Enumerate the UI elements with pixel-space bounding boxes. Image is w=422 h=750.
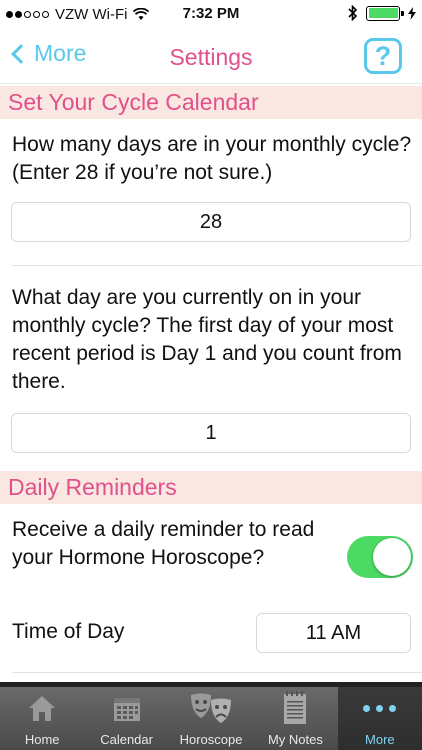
tab-more[interactable]: More (337, 687, 422, 750)
tab-home-label: Home (24, 732, 60, 747)
notepad-icon (284, 691, 307, 724)
section-header-cycle-calendar: Set Your Cycle Calendar (0, 86, 422, 119)
section-header-daily-reminders: Daily Reminders (0, 471, 422, 504)
tab-calendar[interactable]: Calendar (84, 687, 168, 750)
status-right (348, 5, 416, 21)
help-button[interactable]: ? (364, 38, 402, 74)
time-of-day-label: Time of Day (12, 620, 125, 643)
cycle-length-input[interactable]: 28 (11, 202, 411, 242)
tab-calendar-label: Calendar (100, 732, 153, 747)
reminder-toggle-label: Receive a daily reminder to read your Ho… (12, 518, 315, 569)
toggle-knob (373, 538, 411, 576)
bluetooth-icon (348, 5, 358, 21)
divider (12, 672, 422, 673)
navigation-bar: More Settings ? (0, 30, 422, 84)
masks-icon (191, 693, 232, 723)
home-icon (29, 696, 56, 721)
cycle-day-input[interactable]: 1 (11, 413, 411, 453)
tab-my-notes-label: My Notes (267, 732, 323, 747)
charging-bolt-icon (408, 6, 416, 20)
question-mark-icon: ? (374, 41, 392, 71)
time-of-day-picker[interactable]: 11 AM (256, 613, 411, 653)
tab-my-notes[interactable]: My Notes (253, 687, 337, 750)
battery-icon (366, 5, 404, 21)
tab-horoscope-label: Horoscope (179, 732, 243, 747)
daily-reminder-toggle[interactable] (347, 536, 413, 578)
more-icon (363, 704, 397, 712)
status-bar: VZW Wi-Fi 7:32 PM (0, 0, 422, 30)
page-title: Settings (169, 44, 253, 70)
divider (12, 265, 422, 266)
cycle-length-question: How many days are in your monthly cycle?… (12, 133, 412, 184)
tab-horoscope[interactable]: Horoscope (169, 687, 253, 750)
calendar-icon (113, 698, 140, 721)
cycle-day-question: What day are you currently on in your mo… (12, 286, 402, 393)
tab-home[interactable]: Home (0, 687, 84, 750)
tab-more-label: More (365, 732, 395, 747)
tab-bar: Home Calendar Horoscope My Notes More (0, 682, 422, 750)
